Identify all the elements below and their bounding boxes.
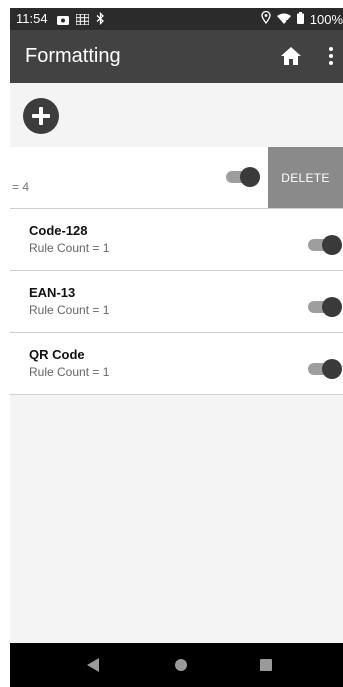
- rule-toggle-ean-13[interactable]: [308, 296, 342, 317]
- page-title: Formatting: [25, 45, 121, 67]
- add-rule-button[interactable]: [23, 98, 59, 134]
- battery-icon: [296, 11, 304, 27]
- location-icon: [261, 10, 271, 27]
- rule-name: QR Code: [29, 347, 85, 362]
- rule-row-qr-code[interactable]: QR Code Rule Count = 1: [10, 333, 343, 395]
- more-vert-icon: [329, 47, 333, 65]
- status-right: 100%: [261, 10, 343, 27]
- swiped-row-toggle[interactable]: [226, 166, 260, 187]
- battery-percent: 100%: [309, 11, 343, 27]
- wifi-icon: [276, 12, 291, 27]
- bluetooth-icon: [96, 11, 105, 30]
- notification-icon: [57, 12, 69, 30]
- more-options-button[interactable]: [328, 45, 338, 69]
- toggle-thumb: [322, 297, 342, 317]
- swiped-rule-row[interactable]: = 4 DELETE: [10, 147, 343, 209]
- rule-count: Rule Count = 1: [29, 303, 110, 317]
- rule-row-code-128[interactable]: Code-128 Rule Count = 1: [10, 209, 343, 271]
- app-bar: Formatting: [10, 30, 343, 83]
- rule-name: EAN-13: [29, 285, 76, 300]
- navigation-bar: [10, 643, 343, 687]
- status-time: 11:54: [16, 11, 48, 26]
- rule-name: Code-128: [29, 223, 88, 238]
- back-button[interactable]: [87, 658, 100, 677]
- rules-content: = 4 DELETE Code-128 Rule Count = 1 EAN-1…: [10, 83, 343, 643]
- toggle-thumb: [322, 359, 342, 379]
- rule-count: Rule Count = 1: [29, 365, 110, 379]
- grid-icon: [75, 12, 90, 30]
- home-circle-icon[interactable]: [175, 659, 187, 671]
- delete-button[interactable]: DELETE: [268, 147, 343, 208]
- rule-row-ean-13[interactable]: EAN-13 Rule Count = 1: [10, 271, 343, 333]
- rule-toggle-code-128[interactable]: [308, 234, 342, 255]
- home-icon: [281, 47, 301, 65]
- status-bar: 11:54 100%: [10, 8, 343, 30]
- recents-icon[interactable]: [260, 659, 272, 671]
- swiped-row-text: = 4: [12, 180, 30, 194]
- rule-count: Rule Count = 1: [29, 241, 110, 255]
- rule-toggle-qr-code[interactable]: [308, 358, 342, 379]
- home-button[interactable]: [280, 45, 304, 69]
- toggle-thumb: [240, 167, 260, 187]
- back-icon: [87, 658, 99, 672]
- toggle-thumb: [322, 235, 342, 255]
- status-left-icons: [57, 11, 105, 30]
